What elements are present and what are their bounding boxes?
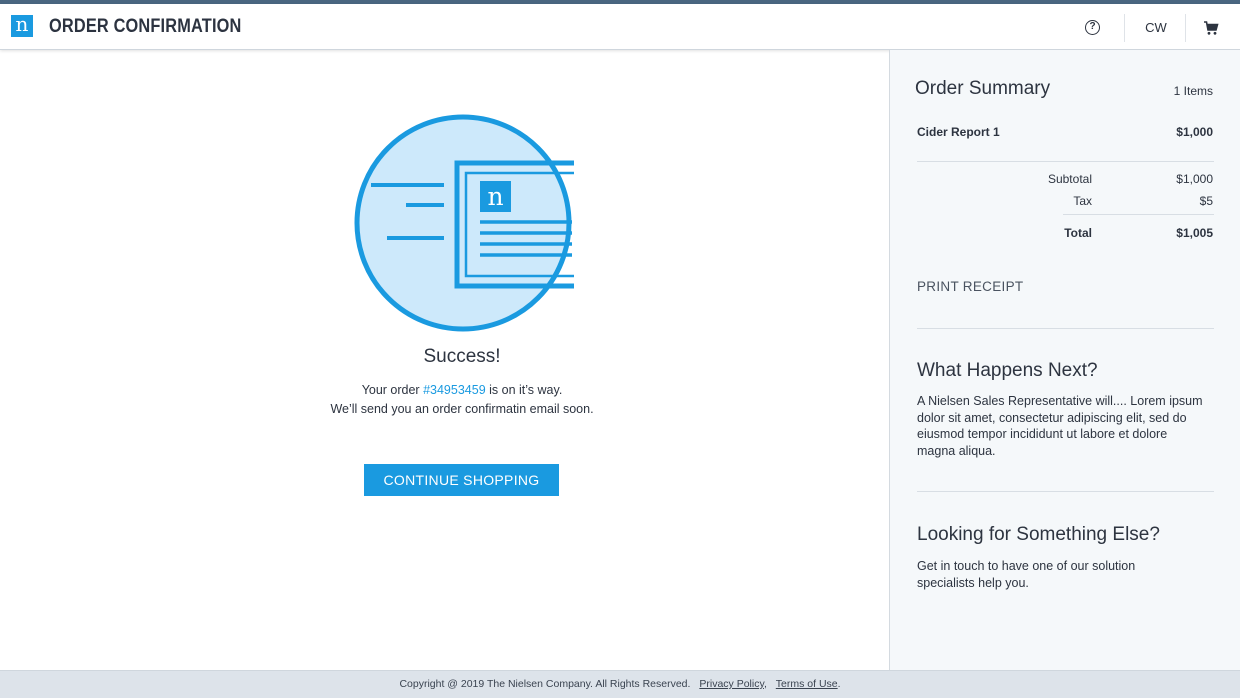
page-footer: Copyright @ 2019 The Nielsen Company. Al…: [0, 670, 1240, 698]
order-summary-title: Order Summary: [915, 78, 1051, 99]
order-message-prefix: Your order: [361, 383, 424, 397]
terms-of-use-link[interactable]: Terms of Use: [776, 678, 838, 690]
subtotal-value: $1,000: [1176, 172, 1213, 186]
copyright-text: Copyright @ 2019 The Nielsen Company. Al…: [399, 678, 691, 690]
app-header: n ORDER CONFIRMATION ? CW: [0, 4, 1240, 50]
confirmation-main: n Success! Your order #34953459 is on it…: [0, 50, 889, 670]
illustration-logo-letter: n: [487, 182, 503, 211]
print-receipt-link[interactable]: PRINT RECEIPT: [917, 279, 1023, 294]
separator: .: [837, 678, 841, 690]
page-title: ORDER CONFIRMATION: [49, 16, 242, 37]
tax-label: Tax: [1073, 194, 1092, 208]
order-summary-panel: Order Summary 1 Items Cider Report 1 $1,…: [889, 50, 1240, 670]
separator: ,: [763, 678, 770, 690]
nielsen-logo[interactable]: n: [11, 14, 33, 37]
success-heading: Success!: [423, 346, 501, 367]
cart-icon[interactable]: [1203, 20, 1219, 36]
privacy-policy-link[interactable]: Privacy Policy: [699, 678, 764, 690]
line-item-price: $1,000: [1176, 125, 1213, 139]
line-item-name: Cider Report 1: [917, 125, 1000, 139]
order-message-suffix: is on it’s way.: [485, 383, 563, 397]
tax-value: $5: [1199, 194, 1213, 208]
what-happens-next-heading: What Happens Next?: [917, 360, 1098, 381]
total-value: $1,005: [1176, 226, 1213, 240]
order-message: Your order #34953459 is on it’s way.: [0, 383, 924, 397]
continue-shopping-button[interactable]: CONTINUE SHOPPING: [364, 464, 559, 496]
header-divider: [1185, 14, 1186, 42]
divider: [1063, 214, 1214, 215]
order-sent-illustration: n: [354, 114, 574, 332]
something-else-heading: Looking for Something Else?: [917, 524, 1160, 545]
header-divider: [1124, 14, 1125, 42]
divider: [917, 491, 1214, 492]
email-message: We’ll send you an order confirmatin emai…: [330, 402, 594, 416]
what-happens-next-text: A Nielsen Sales Representative will.... …: [917, 394, 1203, 458]
subtotal-label: Subtotal: [1047, 172, 1092, 186]
user-avatar-initials[interactable]: CW: [1137, 20, 1175, 35]
help-icon[interactable]: ?: [1085, 20, 1100, 35]
order-number-link[interactable]: #34953459: [423, 383, 486, 397]
divider: [917, 161, 1214, 162]
something-else-text: Get in touch to have one of our solution…: [917, 559, 1136, 590]
item-count: 1 Items: [1173, 84, 1213, 98]
total-label: Total: [1064, 226, 1092, 240]
divider: [917, 328, 1214, 329]
